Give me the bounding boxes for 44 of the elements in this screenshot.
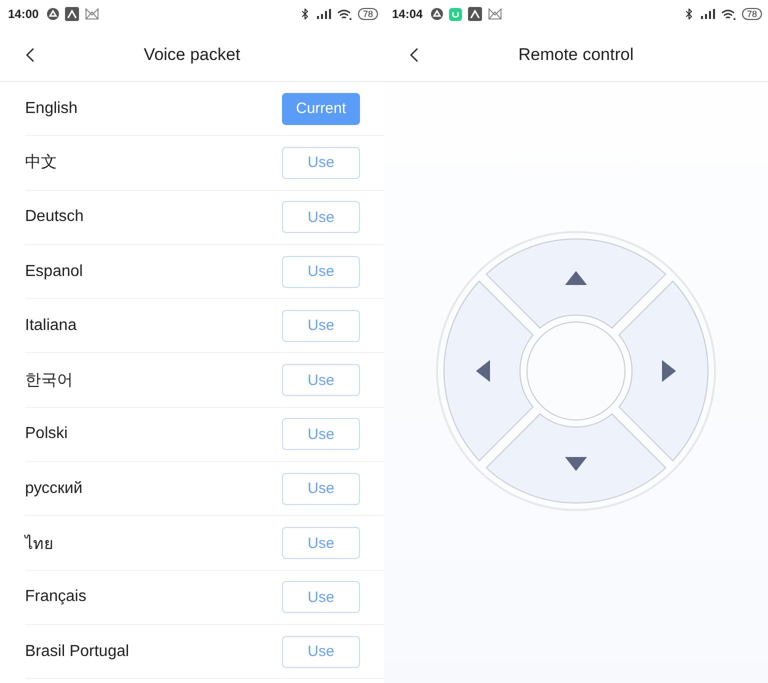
language-name: русский <box>25 480 82 498</box>
use-button[interactable]: Use <box>282 418 360 450</box>
app-notification-icon <box>84 8 99 20</box>
current-button[interactable]: Current <box>282 92 360 125</box>
wifi-icon <box>720 8 736 20</box>
status-time: 14:00 <box>8 7 39 21</box>
language-name: 한국어 <box>25 370 73 391</box>
language-name: Italiana <box>25 316 77 335</box>
use-button[interactable]: Use <box>282 636 360 668</box>
app-notification-icon <box>46 8 59 20</box>
battery-level: 78 <box>358 8 378 20</box>
signal-icon <box>316 9 331 19</box>
down-arrow-button[interactable] <box>486 413 666 504</box>
up-arrow-button[interactable] <box>486 238 666 329</box>
language-name: 中文 <box>25 152 57 174</box>
use-button[interactable]: Use <box>282 310 360 342</box>
center-button[interactable] <box>526 322 626 420</box>
use-button[interactable]: Use <box>282 581 360 614</box>
use-button[interactable]: Use <box>282 472 360 505</box>
language-name: Espanol <box>25 262 83 281</box>
signal-icon <box>700 9 715 19</box>
screen-title: Remote control <box>518 44 634 64</box>
screen-title: Voice packet <box>144 44 240 64</box>
left-arrow-button[interactable] <box>444 280 534 462</box>
status-time: 14:04 <box>392 7 423 21</box>
use-button[interactable]: Use <box>282 256 360 288</box>
app-notification-icon <box>448 8 462 20</box>
language-name: English <box>25 100 78 118</box>
language-name: Français <box>25 588 86 606</box>
language-name: ไทย <box>25 534 53 555</box>
app-notification-icon <box>64 7 79 21</box>
wifi-icon <box>336 8 352 20</box>
app-notification-icon <box>468 7 482 21</box>
app-notification-icon <box>488 8 502 20</box>
use-button[interactable]: Use <box>282 146 360 179</box>
battery-level: 78 <box>742 8 762 20</box>
language-name: Deutsch <box>25 208 84 226</box>
use-button[interactable]: Use <box>282 527 360 560</box>
right-arrow-button[interactable] <box>618 280 708 462</box>
use-button[interactable]: Use <box>282 364 360 396</box>
language-name: Polski <box>25 425 68 444</box>
app-notification-icon <box>430 8 443 20</box>
language-name: Brasil Portugal <box>25 642 130 661</box>
use-button[interactable]: Use <box>282 201 360 234</box>
